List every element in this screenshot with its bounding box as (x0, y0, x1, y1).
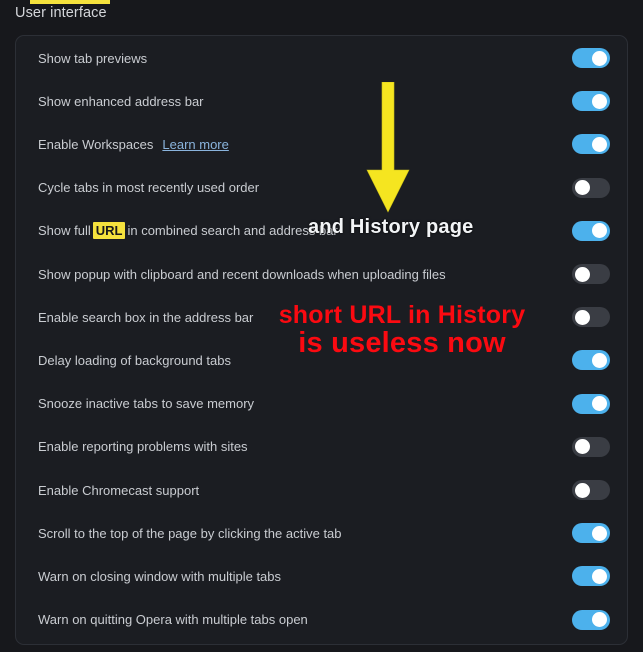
label-text: Warn on closing window with multiple tab… (38, 568, 282, 584)
yellow-down-arrow-icon (362, 81, 414, 214)
toggle-knob (592, 352, 607, 368)
toggle-snooze-inactive-tabs[interactable] (572, 393, 610, 414)
toggle-knob (575, 439, 590, 455)
settings-row: Enable Workspaces Learn more (16, 123, 627, 166)
label-text: Enable Workspaces (38, 136, 154, 152)
annotation-red-line-2: is useless now (298, 326, 506, 359)
settings-row-label: Enable Workspaces Learn more (38, 137, 229, 152)
toggle-knob (592, 223, 607, 239)
settings-row: Scroll to the top of the page by clickin… (16, 512, 627, 555)
settings-row-label: Show tab previews (38, 51, 147, 66)
label-text: Snooze inactive tabs to save memory (38, 396, 255, 412)
toggle-knob (592, 136, 607, 152)
settings-row-label: Scroll to the top of the page by clickin… (38, 526, 342, 541)
toggle-enable-reporting-problems[interactable] (572, 436, 610, 457)
settings-row: Show tab previews (16, 37, 627, 80)
settings-row-label: Delay loading of background tabs (38, 353, 231, 368)
toggle-show-enhanced-address-bar[interactable] (572, 91, 610, 112)
label-text: Delay loading of background tabs (38, 352, 231, 368)
settings-row: Enable reporting problems with sites (16, 425, 627, 468)
toggle-warn-closing-window[interactable] (572, 566, 610, 587)
toggle-knob (592, 50, 607, 66)
toggle-delay-loading-background-tabs[interactable] (572, 350, 610, 371)
toggle-warn-quitting-opera[interactable] (572, 609, 610, 630)
settings-row-label: Show full URL in combined search and addre… (38, 222, 338, 240)
label-text-pre: Show full (38, 223, 91, 239)
label-text: Enable Chromecast support (38, 482, 200, 498)
settings-row-label: Cycle tabs in most recently used order (38, 180, 259, 195)
toggle-knob (575, 309, 590, 325)
toggle-enable-chromecast[interactable] (572, 480, 610, 500)
settings-page: User interface Show tab previews Show enh… (0, 0, 643, 652)
toggle-scroll-to-top[interactable] (572, 523, 610, 544)
annotation-red-note: short URL in History is useless now (252, 301, 552, 359)
settings-row-label: Warn on closing window with multiple tab… (38, 569, 281, 584)
label-text: Show tab previews (38, 50, 148, 66)
settings-row: Warn on quitting Opera with multiple tab… (16, 598, 627, 641)
settings-row-label: Enable search box in the address bar (38, 310, 253, 325)
page-title: User interface (15, 5, 107, 21)
label-text: Enable search box in the address bar (38, 309, 254, 325)
label-text: Enable reporting problems with sites (38, 439, 248, 455)
toggle-knob (575, 266, 590, 282)
settings-row-label: Warn on quitting Opera with multiple tab… (38, 612, 308, 627)
settings-row: Snooze inactive tabs to save memory (16, 382, 627, 425)
label-text-post: in combined search and address bar (127, 223, 338, 239)
highlighted-url-term: URL (92, 222, 126, 240)
label-text: Show enhanced address bar (38, 93, 204, 109)
settings-row-label: Snooze inactive tabs to save memory (38, 396, 254, 411)
toggle-knob (575, 482, 590, 498)
toggle-knob (592, 396, 607, 412)
toggle-cycle-tabs-mru[interactable] (572, 177, 610, 198)
toggle-enable-workspaces[interactable] (572, 134, 610, 155)
toggle-enable-search-box[interactable] (572, 307, 610, 328)
settings-row-label: Enable reporting problems with sites (38, 439, 248, 454)
settings-row: Show enhanced address bar (16, 80, 627, 123)
toggle-knob (592, 93, 607, 109)
label-text: Cycle tabs in most recently used order (38, 180, 260, 196)
settings-row: Cycle tabs in most recently used order (16, 166, 627, 209)
settings-row: Show popup with clipboard and recent dow… (16, 253, 627, 296)
toggle-knob (592, 612, 607, 628)
toggle-knob (592, 568, 607, 584)
top-highlight-marker (30, 0, 110, 4)
toggle-show-clipboard-popup[interactable] (572, 264, 610, 284)
toggle-knob (592, 525, 607, 541)
toggle-show-tab-previews[interactable] (572, 48, 610, 68)
annotation-red-line-1: short URL in History (278, 301, 526, 329)
settings-row: Enable Chromecast support (16, 469, 627, 512)
settings-row-label: Show popup with clipboard and recent dow… (38, 267, 446, 282)
annotation-history-note: and History page (308, 216, 474, 238)
toggle-show-full-url[interactable] (572, 220, 610, 241)
label-text: Scroll to the top of the page by clickin… (38, 525, 342, 541)
learn-more-link[interactable]: Learn more (162, 137, 228, 152)
label-text: Show popup with clipboard and recent dow… (38, 266, 446, 282)
settings-row: Warn on closing window with multiple tab… (16, 555, 627, 598)
settings-row-label: Enable Chromecast support (38, 483, 199, 498)
label-text: Warn on quitting Opera with multiple tab… (38, 612, 308, 628)
toggle-knob (575, 180, 590, 196)
settings-row-label: Show enhanced address bar (38, 94, 204, 109)
